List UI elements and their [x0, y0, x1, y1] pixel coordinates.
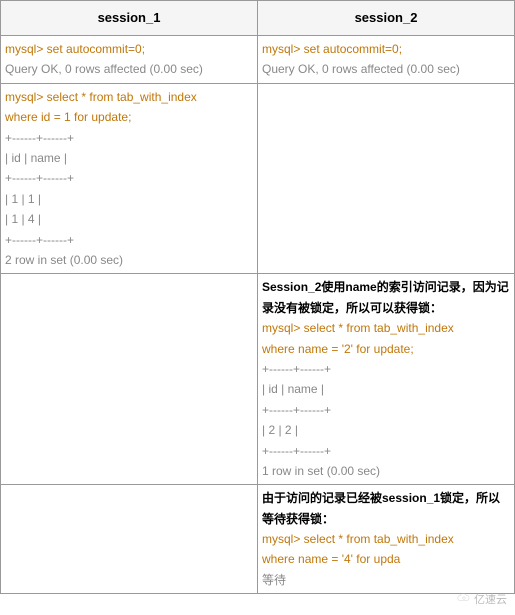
result-row: | 1 | 1 | [5, 189, 253, 209]
watermark: 亿速云 [456, 591, 507, 607]
result-divider: +------+------+ [262, 359, 510, 379]
cell-s2-select-name-2: Session_2使用name的索引访问记录，因为记录没有被锁定，所以可以获得锁… [258, 274, 515, 485]
cell-empty [258, 83, 515, 274]
explanation-text: Session_2使用name的索引访问记录，因为记录没有被锁定，所以可以获得锁… [262, 277, 510, 318]
sql-command: mysql> set autocommit=0; [5, 39, 253, 59]
session-comparison-table: session_1 session_2 mysql> set autocommi… [0, 0, 515, 594]
sql-result: Query OK, 0 rows affected (0.00 sec) [262, 59, 510, 79]
result-divider: +------+------+ [5, 168, 253, 188]
result-divider: +------+------+ [5, 230, 253, 250]
result-header: | id | name | [262, 379, 510, 399]
sql-command: mysql> select * from tab_with_index [5, 87, 253, 107]
cell-empty [1, 274, 258, 485]
cell-s1-autocommit: mysql> set autocommit=0; Query OK, 0 row… [1, 36, 258, 84]
sql-command: mysql> set autocommit=0; [262, 39, 510, 59]
table-row: mysql> select * from tab_with_index wher… [1, 83, 515, 274]
result-header: | id | name | [5, 148, 253, 168]
watermark-text: 亿速云 [474, 591, 507, 607]
result-footer: 1 row in set (0.00 sec) [262, 461, 510, 481]
result-row: | 2 | 2 | [262, 420, 510, 440]
cell-s2-autocommit: mysql> set autocommit=0; Query OK, 0 row… [258, 36, 515, 84]
header-session-1: session_1 [1, 1, 258, 36]
result-row: | 1 | 4 | [5, 209, 253, 229]
result-divider: +------+------+ [262, 441, 510, 461]
cell-empty [1, 485, 258, 594]
result-divider: +------+------+ [262, 400, 510, 420]
result-footer: 2 row in set (0.00 sec) [5, 250, 253, 270]
explanation-text: 由于访问的记录已经被session_1锁定，所以等待获得锁： [262, 488, 510, 529]
cell-s1-select-id: mysql> select * from tab_with_index wher… [1, 83, 258, 274]
sql-command: where id = 1 for update; [5, 107, 253, 127]
table-row: 由于访问的记录已经被session_1锁定，所以等待获得锁： mysql> se… [1, 485, 515, 594]
sql-result: Query OK, 0 rows affected (0.00 sec) [5, 59, 253, 79]
cloud-icon [456, 593, 472, 606]
sql-command: mysql> select * from tab_with_index [262, 318, 510, 338]
table-row: Session_2使用name的索引访问记录，因为记录没有被锁定，所以可以获得锁… [1, 274, 515, 485]
sql-command: where name = '2' for update; [262, 339, 510, 359]
sql-command: mysql> select * from tab_with_index [262, 529, 510, 549]
header-session-2: session_2 [258, 1, 515, 36]
sql-command: where name = '4' for upda [262, 549, 510, 569]
table-row: mysql> set autocommit=0; Query OK, 0 row… [1, 36, 515, 84]
cell-s2-select-name-4: 由于访问的记录已经被session_1锁定，所以等待获得锁： mysql> se… [258, 485, 515, 594]
wait-text: 等待 [262, 570, 510, 590]
result-divider: +------+------+ [5, 128, 253, 148]
